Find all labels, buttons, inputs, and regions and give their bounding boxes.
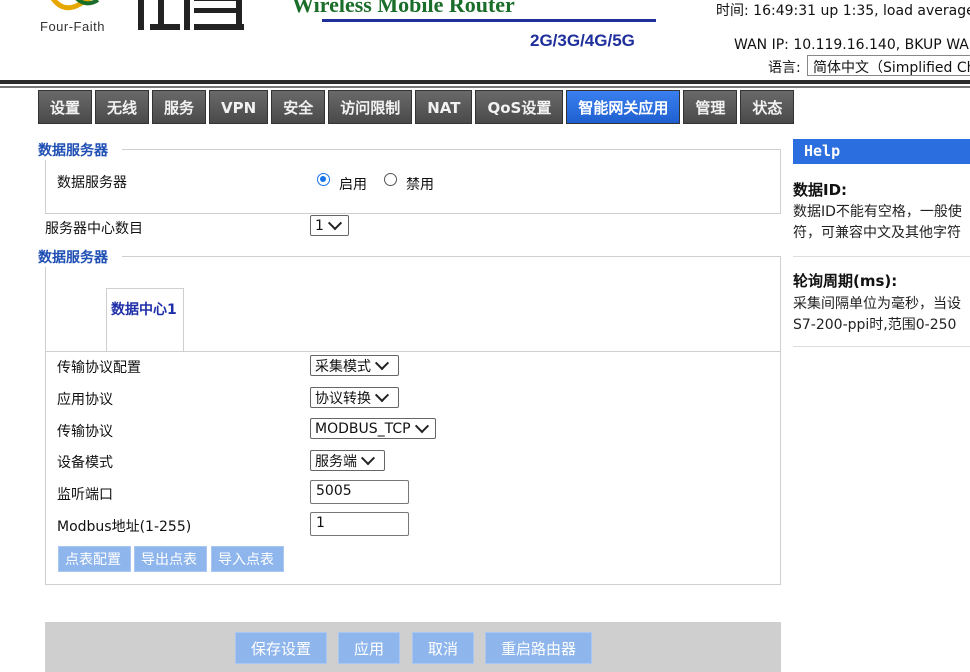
header-divider bbox=[0, 80, 970, 84]
listen-port-input[interactable]: 5005 bbox=[310, 480, 409, 504]
tab-status[interactable]: 状态 bbox=[740, 90, 795, 124]
tab-security[interactable]: 安全 bbox=[271, 90, 326, 124]
chevron-down-icon bbox=[360, 450, 376, 465]
center-count-label: 服务器中心数目 bbox=[45, 221, 143, 237]
product-subtitle: 2G/3G/4G/5G bbox=[530, 31, 635, 50]
tab-access-restrictions[interactable]: 访问限制 bbox=[328, 90, 413, 124]
tab-wireless[interactable]: 无线 bbox=[95, 90, 150, 124]
transport-config-value: 采集模式 bbox=[315, 358, 371, 375]
help-item-title: 轮询周期(ms): bbox=[793, 272, 898, 290]
chevron-down-icon bbox=[327, 215, 342, 230]
data-server-legend: 数据服务器 bbox=[38, 140, 122, 160]
device-mode-value: 服务端 bbox=[315, 453, 357, 470]
export-points-button[interactable]: 导出点表 bbox=[134, 546, 207, 572]
uptime-status: 时间: 16:49:31 up 1:35, load average: bbox=[716, 3, 970, 19]
enable-radio[interactable] bbox=[317, 173, 330, 186]
help-item-title: 数据ID: bbox=[793, 181, 848, 199]
title-divider bbox=[322, 19, 656, 22]
save-settings-button[interactable]: 保存设置 bbox=[235, 632, 328, 664]
transport-protocol-select[interactable]: MODBUS_TCP bbox=[310, 418, 436, 439]
transport-config-select[interactable]: 采集模式 bbox=[310, 355, 399, 376]
transport-protocol-label: 传输协议 bbox=[57, 424, 113, 440]
chevron-down-icon bbox=[374, 355, 390, 370]
listen-port-label: 监听端口 bbox=[57, 487, 113, 503]
help-header: Help bbox=[793, 139, 970, 164]
help-item-text: 数据ID不能有空格，一般使 bbox=[793, 204, 962, 220]
help-divider bbox=[793, 346, 970, 347]
tab-setup[interactable]: 设置 bbox=[38, 90, 93, 124]
logo-cn-mark-icon bbox=[138, 0, 244, 30]
tab-data-center-1-label: 数据中心1 bbox=[111, 302, 177, 318]
tab-qos[interactable]: QoS设置 bbox=[475, 90, 564, 124]
tab-nat[interactable]: NAT bbox=[415, 90, 473, 124]
tab-data-center-1[interactable] bbox=[106, 288, 184, 351]
device-mode-label: 设备模式 bbox=[57, 455, 113, 471]
data-server-label: 数据服务器 bbox=[57, 175, 127, 191]
modbus-address-label: Modbus地址(1-255) bbox=[57, 519, 192, 535]
tab-services[interactable]: 服务 bbox=[152, 90, 207, 124]
apply-button[interactable]: 应用 bbox=[338, 632, 401, 664]
help-divider bbox=[793, 256, 970, 257]
tab-administration[interactable]: 管理 bbox=[683, 90, 738, 124]
product-title: Wireless Mobile Router bbox=[292, 0, 515, 17]
reboot-router-button[interactable]: 重启路由器 bbox=[485, 632, 593, 664]
cancel-button[interactable]: 取消 bbox=[412, 632, 475, 664]
modbus-address-input[interactable]: 1 bbox=[310, 512, 409, 536]
chevron-down-icon bbox=[414, 418, 429, 433]
language-label: 语言: bbox=[768, 60, 801, 76]
help-item-text: 符，可兼容中文及其他字符 bbox=[793, 225, 961, 241]
main-nav: 设置 无线 服务 VPN 安全 访问限制 NAT QoS设置 智能网关应用 管理… bbox=[38, 90, 795, 125]
data-center-legend: 数据服务器 bbox=[38, 247, 122, 267]
center-count-select[interactable]: 1 bbox=[310, 215, 349, 236]
device-mode-select[interactable]: 服务端 bbox=[310, 450, 385, 471]
help-item-text: 采集间隔单位为毫秒，当设 bbox=[793, 296, 961, 312]
four-faith-logo-icon bbox=[50, 0, 100, 11]
disable-radio[interactable] bbox=[384, 173, 397, 186]
app-protocol-label: 应用协议 bbox=[57, 392, 113, 408]
point-config-button[interactable]: 点表配置 bbox=[58, 546, 131, 572]
wan-ip-status: WAN IP: 10.119.16.140, BKUP WAN bbox=[734, 37, 970, 53]
language-select[interactable]: 简体中文（Simplified Ch bbox=[807, 55, 970, 76]
center-count-value: 1 bbox=[315, 217, 324, 234]
help-item-text: S7-200-ppi时,范围0-250 bbox=[793, 317, 957, 333]
transport-protocol-value: MODBUS_TCP bbox=[315, 420, 411, 437]
enable-radio-label: 启用 bbox=[339, 177, 367, 193]
app-protocol-value: 协议转换 bbox=[315, 390, 371, 407]
disable-radio-label: 禁用 bbox=[406, 177, 434, 193]
tab-vpn[interactable]: VPN bbox=[209, 90, 269, 124]
header-divider-thin bbox=[0, 86, 970, 88]
tab-smart-gateway[interactable]: 智能网关应用 bbox=[566, 90, 681, 124]
chevron-down-icon bbox=[374, 387, 390, 402]
import-points-button[interactable]: 导入点表 bbox=[211, 546, 284, 572]
logo-brand-text: Four-Faith bbox=[40, 19, 105, 34]
transport-config-label: 传输协议配置 bbox=[57, 360, 141, 376]
tab-underline bbox=[45, 351, 781, 352]
app-protocol-select[interactable]: 协议转换 bbox=[310, 387, 399, 408]
